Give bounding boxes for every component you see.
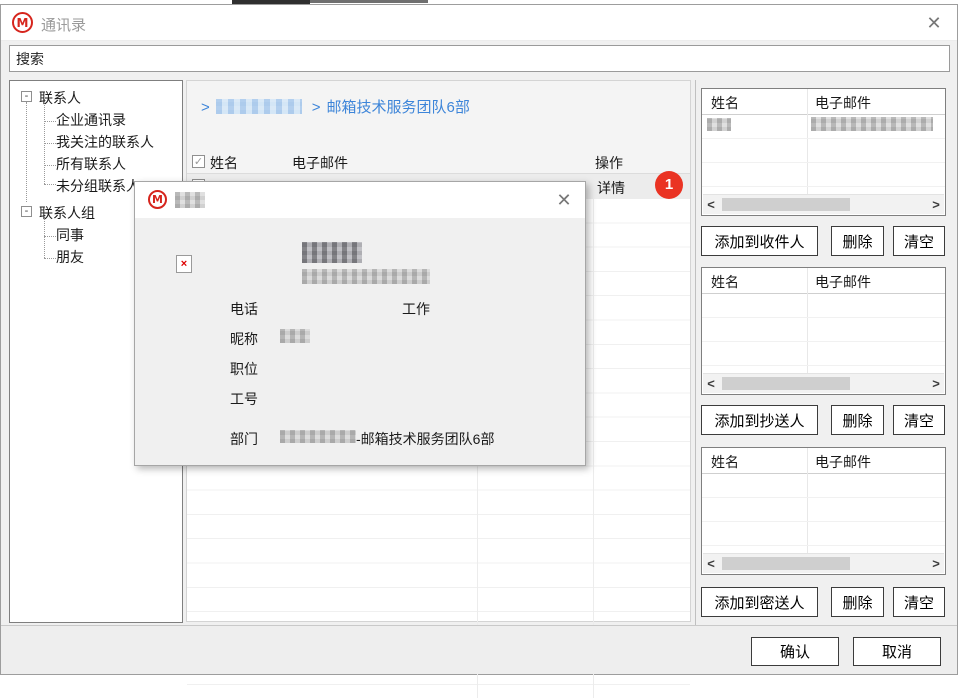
delete-button[interactable]: 删除: [831, 226, 884, 256]
table-header: 姓名 电子邮件: [702, 268, 945, 294]
confirm-button[interactable]: 确认: [751, 637, 839, 666]
tree-node-ungrouped-contacts[interactable]: 未分组联系人: [56, 176, 140, 196]
column-header-name: 姓名: [711, 272, 739, 292]
table-header: 姓名 电子邮件: [702, 89, 945, 115]
tree-node-friends[interactable]: 朋友: [56, 247, 84, 267]
contact-name-blurred: [302, 242, 362, 263]
horizontal-scrollbar[interactable]: < >: [703, 553, 944, 573]
tree-node-contact-groups[interactable]: 联系人组: [39, 203, 95, 223]
scroll-right-icon[interactable]: >: [928, 554, 944, 573]
recipients-cc-table: 姓名 电子邮件 < >: [701, 267, 946, 395]
column-header-email: 电子邮件: [815, 452, 871, 472]
broken-avatar-image-icon: ×: [176, 255, 192, 273]
detail-link[interactable]: 详情: [597, 178, 625, 198]
field-label-work: 工作: [402, 299, 430, 319]
field-label-position: 职位: [230, 359, 258, 379]
table-header: 姓名 电子邮件: [702, 448, 945, 474]
tree-node-followed-contacts[interactable]: 我关注的联系人: [56, 132, 154, 152]
recipients-to-table: 姓名 电子邮件 < >: [701, 88, 946, 216]
field-label-phone: 电话: [230, 299, 258, 319]
tree-connector: [26, 102, 27, 202]
tree-connector: [44, 236, 56, 237]
delete-button[interactable]: 删除: [831, 587, 884, 617]
clear-button[interactable]: 清空: [893, 405, 945, 435]
column-header-name: 姓名: [711, 452, 739, 472]
field-label-nickname: 昵称: [230, 329, 258, 349]
rows-grid: [702, 294, 945, 374]
tree-node-colleagues[interactable]: 同事: [56, 225, 84, 245]
tree-connector: [44, 99, 45, 184]
scroll-left-icon[interactable]: <: [703, 195, 719, 214]
department-value-suffix: -邮箱技术服务团队6部: [356, 429, 494, 449]
tree-connector: [44, 121, 56, 122]
tree-connector: [44, 258, 56, 259]
contact-detail-dialog: M ✕ × 电话 工作 昵称 职位 工号 部门 -邮箱技术服务团队6部: [134, 181, 586, 466]
scrollbar-thumb[interactable]: [722, 198, 850, 211]
tree-node-all-contacts[interactable]: 所有联系人: [56, 154, 126, 174]
field-label-employee-id: 工号: [230, 389, 258, 409]
clear-button[interactable]: 清空: [893, 587, 945, 617]
column-header-action: 操作: [595, 153, 623, 173]
dialog-title-blurred: [175, 192, 205, 208]
close-icon[interactable]: ✕: [921, 11, 947, 35]
recipients-bcc-table: 姓名 电子邮件 < >: [701, 447, 946, 575]
breadcrumb-arrow: >: [312, 99, 321, 116]
breadcrumb-item-blurred[interactable]: [216, 99, 302, 114]
nickname-value-blurred: [280, 329, 310, 343]
add-to-recipients-button[interactable]: 添加到收件人: [701, 226, 818, 256]
delete-button[interactable]: 删除: [831, 405, 884, 435]
column-header-email: 电子邮件: [815, 272, 871, 292]
scrollbar-thumb[interactable]: [722, 377, 850, 390]
window-title: 通讯录: [41, 14, 86, 35]
scrollbar-thumb[interactable]: [722, 557, 850, 570]
rows-grid: [702, 474, 945, 554]
background-window-remnant: [310, 0, 428, 3]
column-header-email: 电子邮件: [292, 153, 348, 173]
tree-connector: [44, 184, 56, 185]
department-value-blurred: [280, 430, 356, 443]
cancel-button[interactable]: 取消: [853, 637, 941, 666]
scroll-right-icon[interactable]: >: [928, 374, 944, 393]
tree-connector: [44, 143, 56, 144]
title-bar: M 通讯录 ✕: [1, 5, 957, 41]
column-header-email: 电子邮件: [815, 93, 871, 113]
tree-node-contacts[interactable]: 联系人: [39, 88, 81, 108]
recipient-name-blurred: [707, 118, 731, 131]
breadcrumb-item-team[interactable]: 邮箱技术服务团队6部: [327, 99, 470, 116]
mail-master-logo-icon: M: [12, 12, 33, 33]
contact-table-header: ✓ 姓名 电子邮件 操作: [187, 151, 690, 174]
select-all-checkbox[interactable]: ✓: [192, 155, 205, 168]
breadcrumb-arrow: >: [201, 99, 210, 116]
horizontal-scrollbar[interactable]: < >: [703, 373, 944, 393]
scroll-left-icon[interactable]: <: [703, 374, 719, 393]
add-to-cc-button[interactable]: 添加到抄送人: [701, 405, 818, 435]
horizontal-scrollbar[interactable]: < >: [703, 194, 944, 214]
recipient-email-blurred: [811, 117, 933, 131]
collapse-icon[interactable]: -: [21, 206, 32, 217]
scroll-right-icon[interactable]: >: [928, 195, 944, 214]
scroll-left-icon[interactable]: <: [703, 554, 719, 573]
tree-connector: [44, 165, 56, 166]
clear-button[interactable]: 清空: [893, 226, 945, 256]
mail-master-logo-icon: M: [148, 190, 167, 209]
address-book-window: M 通讯录 ✕ - 联系人 企业通讯录 我关注的联系人 所有联系人 未分组联系人…: [0, 4, 958, 675]
dialog-title-bar: M ✕: [135, 182, 585, 218]
count-badge: 1: [655, 171, 683, 199]
tree-node-enterprise-book[interactable]: 企业通讯录: [56, 110, 126, 130]
breadcrumb: > > 邮箱技术服务团队6部: [201, 96, 470, 117]
add-to-bcc-button[interactable]: 添加到密送人: [701, 587, 818, 617]
column-header-name: 姓名: [210, 153, 238, 173]
field-label-department: 部门: [230, 429, 258, 449]
contact-email-blurred: [302, 269, 430, 284]
search-input[interactable]: [9, 45, 950, 72]
panel-divider: [695, 80, 696, 625]
collapse-icon[interactable]: -: [21, 91, 32, 102]
close-icon[interactable]: ✕: [551, 188, 577, 212]
column-header-name: 姓名: [711, 93, 739, 113]
column-divider: [593, 174, 594, 698]
